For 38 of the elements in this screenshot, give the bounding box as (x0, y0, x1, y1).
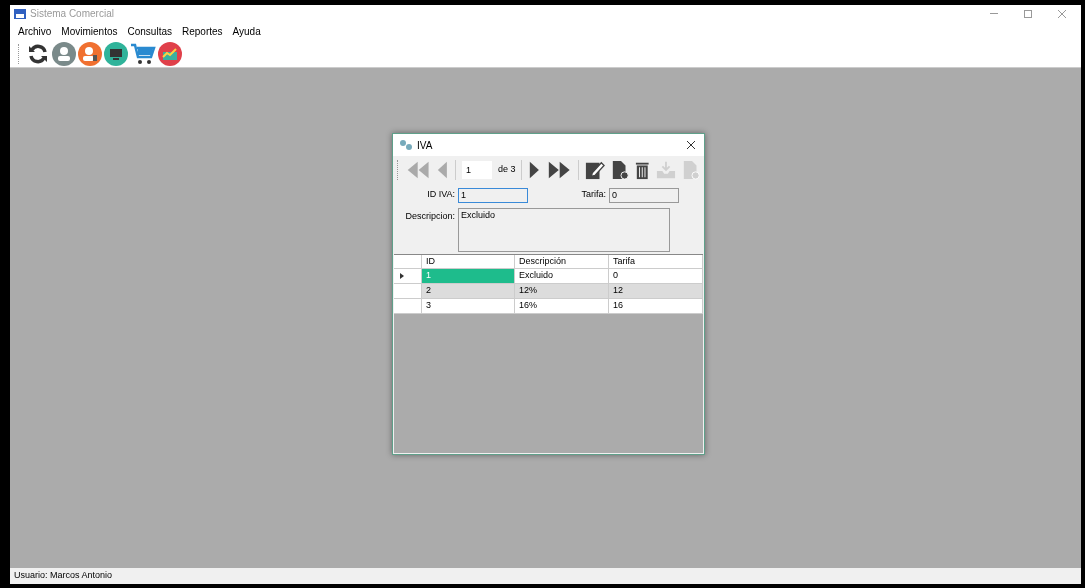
user-icon[interactable] (78, 42, 102, 66)
position-field[interactable]: 1 (461, 161, 492, 179)
field-label: ID IVA: (426, 188, 455, 202)
table-cell: Excluido (515, 269, 609, 284)
percent-icon (399, 139, 413, 151)
next-icon[interactable] (528, 159, 541, 181)
menu-item[interactable]: Ayuda (232, 24, 261, 39)
table-cell: 0 (609, 269, 703, 284)
table-cell: 12 (609, 284, 703, 299)
field-label: Tarifa: (580, 188, 606, 202)
row-pointer-icon (400, 273, 404, 279)
new-document-icon[interactable] (611, 159, 630, 181)
monitor-icon[interactable] (104, 42, 128, 66)
table-cell: 3 (422, 299, 515, 314)
dialog-title: IVA (417, 138, 433, 153)
menu-item[interactable]: Archivo (18, 24, 52, 39)
table-cell: 16% (515, 299, 609, 314)
window-title: Sistema Comercial (30, 7, 114, 21)
refresh-icon[interactable] (26, 42, 50, 66)
table-cell: 2 (422, 284, 515, 299)
table-cell: 16 (609, 299, 703, 314)
menu-item[interactable]: Movimientos (61, 24, 118, 39)
id-field[interactable]: 1 (458, 187, 528, 203)
menu-item[interactable]: Consultas (127, 24, 172, 39)
status-text: Usuario: Marcos Antonio (14, 569, 113, 583)
table-cell: 12% (515, 284, 609, 299)
descripcion-field[interactable]: Excluido (458, 208, 670, 252)
cart-icon[interactable] (130, 42, 156, 66)
user-icon[interactable] (52, 42, 76, 66)
table-cell: 1 (422, 269, 515, 284)
record-count: de 3 (497, 163, 516, 177)
menu-item[interactable]: Reportes (181, 24, 223, 39)
chart-icon[interactable] (158, 42, 182, 66)
app-icon (14, 8, 26, 19)
tarifa-field[interactable]: 0 (609, 187, 679, 203)
edit-icon[interactable] (585, 159, 606, 181)
field-label: Descripcion: (404, 210, 455, 223)
close-icon[interactable] (687, 141, 695, 149)
